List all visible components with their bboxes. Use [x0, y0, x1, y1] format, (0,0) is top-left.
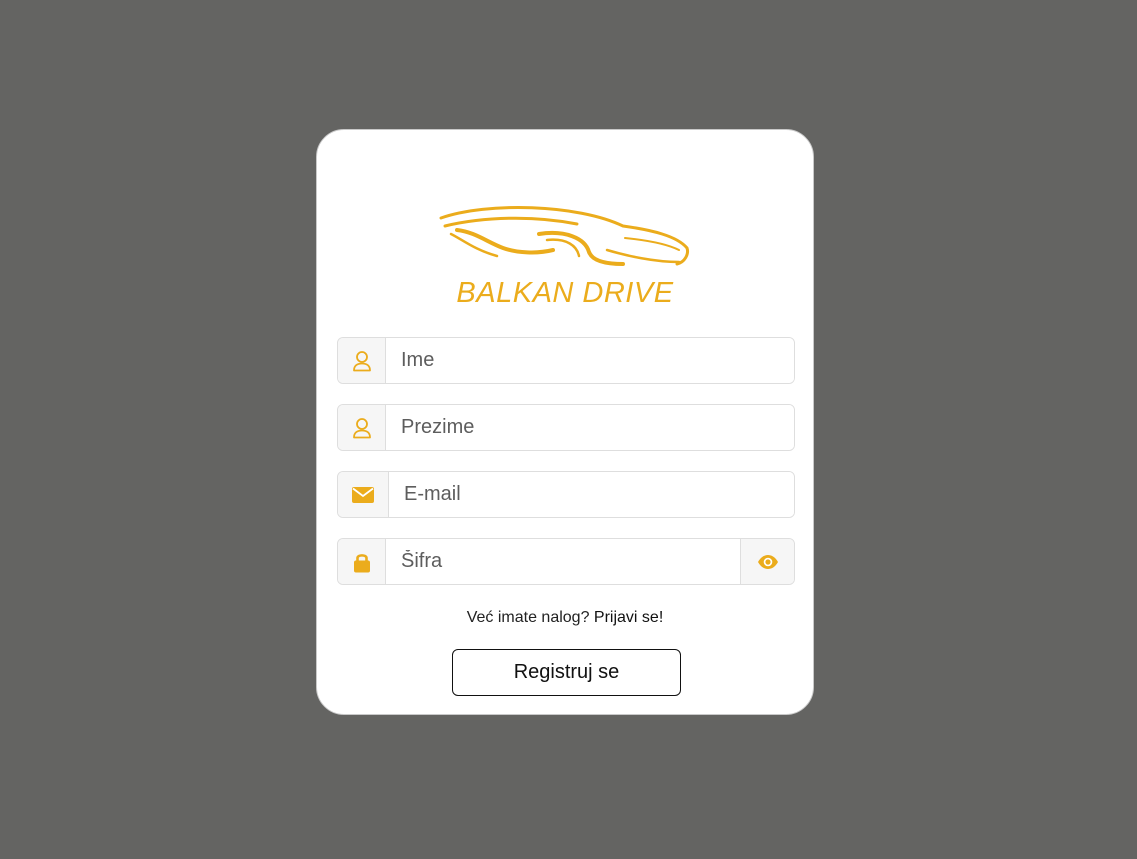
login-link[interactable]: Prijavi se!: [594, 609, 663, 626]
last-name-input[interactable]: [386, 405, 794, 450]
password-input[interactable]: [386, 539, 740, 584]
user-icon: [338, 338, 386, 383]
email-field: [337, 471, 795, 518]
first-name-input[interactable]: [386, 338, 794, 383]
register-card: BALKAN DRIVE Ime Prezime E-mail Već imat…: [316, 129, 814, 715]
eye-icon[interactable]: [740, 539, 794, 584]
user-icon: [338, 405, 386, 450]
brand-logo-text: BALKAN DRIVE: [456, 277, 674, 309]
first-name-field: [337, 337, 795, 384]
login-prompt: Već imate nalog? Prijavi se!: [317, 609, 813, 627]
email-input[interactable]: [389, 472, 794, 517]
last-name-field: [337, 404, 795, 451]
login-prompt-text: Već imate nalog?: [466, 609, 594, 626]
password-field: [337, 538, 795, 585]
envelope-icon: [338, 472, 389, 517]
lock-icon: [338, 539, 386, 584]
register-button[interactable]: Registruj se: [452, 649, 681, 696]
